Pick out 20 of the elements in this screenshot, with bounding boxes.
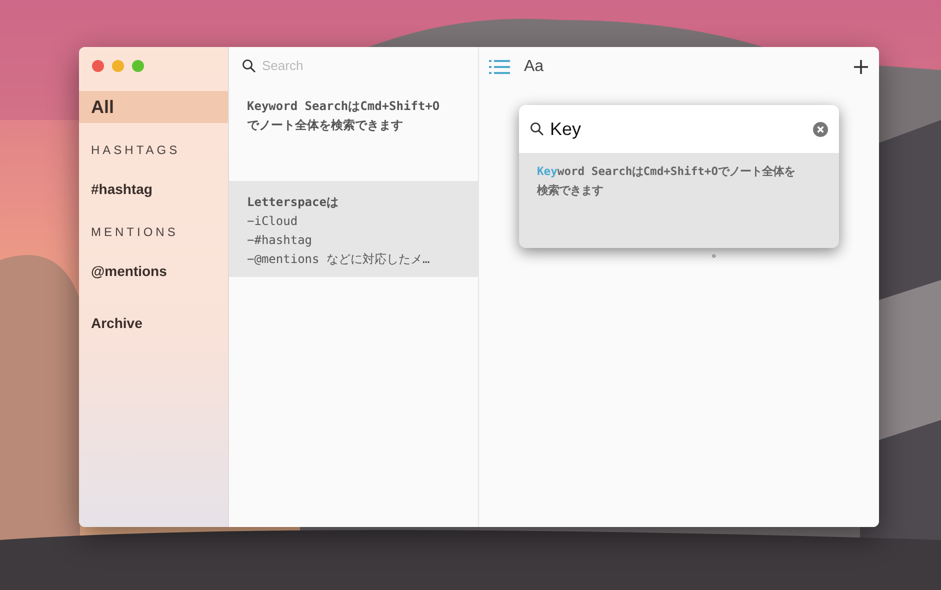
search-field[interactable]: Key [519, 105, 839, 153]
font-button[interactable]: Aa [524, 55, 544, 79]
note-item[interactable]: Letterspaceは −iCloud −#hashtag −@mentions などに対応したメ… [229, 181, 478, 277]
search-result[interactable]: Keyword SearchはCmd+Shift+Oでノート全体を検索できます [519, 153, 839, 209]
section-heading: HASHTAGS [90, 143, 182, 157]
search-field[interactable]: Search [262, 56, 462, 76]
section-heading: MENTIONS [90, 225, 180, 239]
search-icon [530, 122, 544, 136]
search-icon [242, 59, 256, 73]
clear-icon[interactable] [813, 122, 828, 136]
sidebar-item[interactable]: Archive [79, 307, 228, 339]
list-icon[interactable] [489, 60, 510, 74]
close-button[interactable] [92, 60, 104, 72]
sidebar-item[interactable]: #hashtag [79, 173, 228, 205]
sidebar-item[interactable]: @mentions [79, 255, 228, 287]
note-item[interactable]: Keyword SearchはCmd+Shift+O でノート全体を検索できます [229, 85, 478, 181]
zoom-button[interactable] [132, 60, 144, 72]
minimize-button[interactable] [112, 60, 124, 72]
note-text: 。 [711, 242, 725, 261]
sidebar-item[interactable]: All [79, 91, 228, 123]
